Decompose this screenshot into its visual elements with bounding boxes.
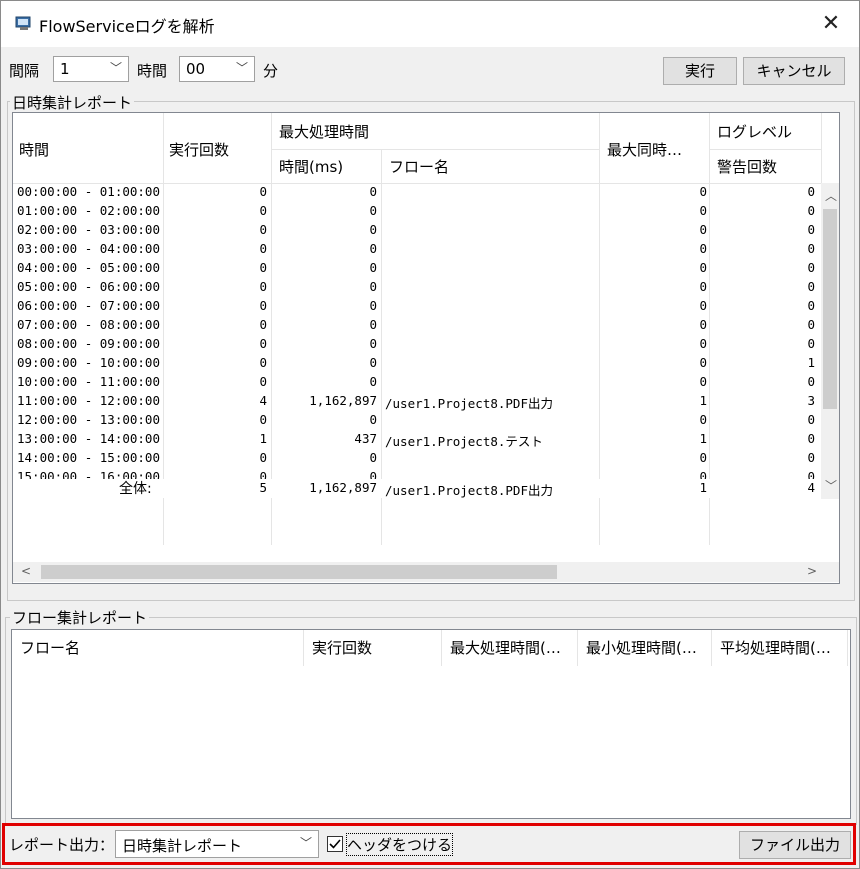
flow-report-label: フロー集計レポート [10, 607, 150, 628]
col-header-flow-name[interactable]: フロー名 [381, 149, 600, 184]
table-row[interactable]: 04:00:00 - 05:00:00 0 0 0 0 [13, 259, 821, 278]
datetime-report-grid[interactable]: 時間 実行回数 最大処理時間 時間(ms) フロー名 最大同時… ログレベル 警… [12, 112, 840, 584]
chevron-down-icon: ﹀ [299, 836, 312, 850]
datetime-report-group: 日時集計レポート 時間 実行回数 最大処理時間 時間(ms) フロー名 最大同時… [7, 92, 855, 601]
flow-col-header-min-time[interactable]: 最小処理時間(… [578, 630, 712, 666]
table-row[interactable]: 12:00:00 - 13:00:00 0 0 0 0 [13, 411, 821, 430]
report-type-value: 日時集計レポート [122, 837, 243, 855]
col-header-log-level[interactable]: ログレベル [709, 113, 822, 150]
chevron-down-icon: ﹀ [109, 61, 122, 75]
header-checkbox[interactable] [327, 836, 343, 852]
interval-select[interactable]: 1 ﹀ [53, 56, 129, 82]
grid-header: 時間 実行回数 最大処理時間 時間(ms) フロー名 最大同時… ログレベル 警… [13, 113, 839, 184]
col-header-max-concurrent[interactable]: 最大同時… [599, 113, 710, 184]
table-row[interactable]: 08:00:00 - 09:00:00 0 0 0 0 [13, 335, 821, 354]
hour-select[interactable]: 00 ﹀ [179, 56, 255, 82]
title-bar: FlowServiceログを解析 ✕ [1, 1, 859, 47]
table-row[interactable]: 05:00:00 - 06:00:00 0 0 0 0 [13, 278, 821, 297]
report-output-label: レポート出力： [9, 836, 115, 854]
window-title: FlowServiceログを解析 [39, 17, 215, 36]
flow-report-grid[interactable]: フロー名 実行回数 最大処理時間(… 最小処理時間(… 平均処理時間(… [11, 629, 851, 819]
vertical-scrollbar[interactable]: ︿ ﹀ [821, 183, 839, 499]
table-row[interactable]: 13:00:00 - 14:00:00 1 437 /user1.Project… [13, 430, 821, 449]
minute-label: 分 [263, 62, 279, 80]
table-row[interactable]: 06:00:00 - 07:00:00 0 0 0 0 [13, 297, 821, 316]
cancel-button[interactable]: キャンセル [743, 57, 845, 85]
col-header-exec-count[interactable]: 実行回数 [163, 113, 272, 184]
col-header-warning-count[interactable]: 警告回数 [709, 149, 822, 184]
scroll-left-icon[interactable]: < [21, 564, 31, 578]
flow-col-header-flow-name[interactable]: フロー名 [12, 630, 304, 666]
col-header-max-proc-time[interactable]: 最大処理時間 [271, 113, 600, 150]
horizontal-scrollbar[interactable]: < > [13, 562, 839, 582]
table-row[interactable]: 01:00:00 - 02:00:00 0 0 0 0 [13, 202, 821, 221]
scroll-down-icon[interactable]: ﹀ [825, 477, 837, 494]
table-row[interactable]: 09:00:00 - 10:00:00 0 0 0 1 [13, 354, 821, 373]
hour-label: 時間 [137, 62, 168, 80]
col-header-time[interactable]: 時間 [13, 113, 164, 184]
table-row[interactable]: 03:00:00 - 04:00:00 0 0 0 0 [13, 240, 821, 259]
table-row[interactable]: 10:00:00 - 11:00:00 0 0 0 0 [13, 373, 821, 392]
hour-value: 00 [186, 60, 206, 78]
interval-label: 間隔 [9, 62, 40, 80]
file-output-button[interactable]: ファイル出力 [739, 831, 851, 859]
scroll-up-icon[interactable]: ︿ [825, 187, 837, 204]
table-row[interactable]: 14:00:00 - 15:00:00 0 0 0 0 [13, 449, 821, 468]
close-icon: ✕ [821, 11, 841, 36]
vertical-scroll-thumb[interactable] [823, 209, 837, 409]
app-window-icon [15, 16, 31, 30]
flow-col-header-max-time[interactable]: 最大処理時間(… [442, 630, 578, 666]
table-row[interactable]: 00:00:00 - 01:00:00 0 0 0 0 [13, 183, 821, 202]
flow-col-header-exec-count[interactable]: 実行回数 [304, 630, 442, 666]
header-checkbox-label[interactable]: ヘッダをつける [345, 833, 454, 856]
total-row: 全体: 5 1,162,897 /user1.Project8.PDF出力 1 … [13, 479, 821, 498]
table-row[interactable]: 07:00:00 - 08:00:00 0 0 0 0 [13, 316, 821, 335]
report-type-select[interactable]: 日時集計レポート ﹀ [115, 830, 319, 858]
checkmark-icon [329, 839, 341, 849]
datetime-report-label: 日時集計レポート [10, 92, 135, 113]
analyze-log-window: FlowServiceログを解析 ✕ 間隔 1 ﹀ 時間 00 ﹀ 分 実行 キ… [0, 0, 860, 869]
flow-col-header-avg-time[interactable]: 平均処理時間(… [712, 630, 848, 666]
horizontal-scroll-thumb[interactable] [41, 565, 557, 579]
run-button[interactable]: 実行 [663, 57, 737, 85]
grid-rows: 00:00:00 - 01:00:00 0 0 0 0 01:00:00 - 0… [13, 183, 821, 545]
col-header-time-ms[interactable]: 時間(ms) [271, 149, 382, 184]
table-row[interactable]: 02:00:00 - 03:00:00 0 0 0 0 [13, 221, 821, 240]
table-row[interactable]: 11:00:00 - 12:00:00 4 1,162,897 /user1.P… [13, 392, 821, 411]
close-button[interactable]: ✕ [811, 7, 851, 41]
scroll-right-icon[interactable]: > [807, 564, 817, 578]
toolbar: 間隔 1 ﹀ 時間 00 ﹀ 分 実行 キャンセル [1, 51, 859, 89]
report-output-bar: レポート出力： 日時集計レポート ﹀ ヘッダをつける ファイル出力 [2, 823, 856, 865]
chevron-down-icon: ﹀ [235, 61, 248, 75]
interval-value: 1 [60, 60, 70, 78]
